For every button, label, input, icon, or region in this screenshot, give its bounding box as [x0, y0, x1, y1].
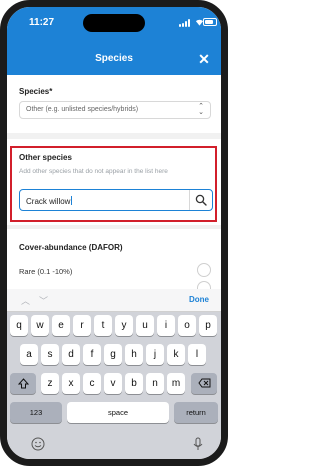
key-g[interactable]: g [104, 344, 122, 365]
key-w[interactable]: w [31, 315, 49, 336]
space-key[interactable]: space [67, 402, 169, 423]
home-indicator [79, 459, 149, 462]
status-bar: 11:27 [7, 7, 221, 45]
key-k[interactable]: k [167, 344, 185, 365]
key-l[interactable]: l [188, 344, 206, 365]
section-divider [7, 225, 221, 229]
key-j[interactable]: j [146, 344, 164, 365]
other-species-value: Crack willow [26, 196, 73, 206]
page-title: Species [95, 53, 133, 64]
other-species-hint: Add other species that do not appear in … [19, 168, 168, 175]
species-label: Species* [19, 87, 53, 96]
shift-icon [17, 378, 29, 389]
dynamic-island [83, 14, 145, 32]
emoji-icon[interactable] [31, 437, 45, 451]
cover-abundance-label: Cover-abundance (DAFOR) [19, 243, 123, 252]
keyboard: ︿ ﹀ Done q w e r t y u i o p a s d f g h… [7, 289, 221, 462]
key-x[interactable]: x [62, 373, 80, 394]
phone-frame: 11:27 Species ✕ Species* Other (e.g. unl… [0, 0, 228, 466]
section-divider [7, 133, 221, 139]
backspace-icon [197, 378, 210, 388]
key-e[interactable]: e [52, 315, 70, 336]
key-y[interactable]: y [115, 315, 133, 336]
chevron-up-icon[interactable]: ︿ [21, 294, 30, 307]
key-t[interactable]: t [94, 315, 112, 336]
numbers-key[interactable]: 123 [10, 402, 62, 423]
return-key[interactable]: return [174, 402, 218, 423]
form-content: Species* Other (e.g. unlisted species/hy… [7, 75, 221, 289]
status-time: 11:27 [29, 17, 55, 28]
species-selected-value: Other (e.g. unlisted species/hybrids) [26, 106, 139, 113]
chevron-up-down-icon: ⌃ ⌄ [198, 103, 204, 116]
key-q[interactable]: q [10, 315, 28, 336]
search-icon[interactable] [195, 194, 207, 206]
key-d[interactable]: d [62, 344, 80, 365]
species-select[interactable]: Other (e.g. unlisted species/hybrids) ⌃ ⌄ [19, 101, 211, 119]
key-i[interactable]: i [157, 315, 175, 336]
input-divider [189, 190, 190, 210]
done-button[interactable]: Done [189, 295, 209, 304]
microphone-icon[interactable] [191, 437, 205, 451]
key-s[interactable]: s [41, 344, 59, 365]
close-icon[interactable]: ✕ [197, 52, 211, 66]
backspace-key[interactable] [191, 373, 217, 394]
signal-icon [179, 19, 193, 27]
cover-option-rare-radio[interactable] [197, 263, 211, 277]
key-c[interactable]: c [83, 373, 101, 394]
key-v[interactable]: v [104, 373, 122, 394]
key-b[interactable]: b [125, 373, 143, 394]
key-h[interactable]: h [125, 344, 143, 365]
cover-option-rare[interactable]: Rare (0.1 -10%) [19, 267, 72, 276]
cover-option-next-radio[interactable] [197, 281, 211, 289]
battery-icon [203, 18, 217, 26]
key-m[interactable]: m [167, 373, 185, 394]
key-z[interactable]: z [41, 373, 59, 394]
key-o[interactable]: o [178, 315, 196, 336]
other-species-label: Other species [19, 153, 72, 162]
keyboard-toolbar: ︿ ﹀ Done [7, 289, 221, 312]
key-n[interactable]: n [146, 373, 164, 394]
key-a[interactable]: a [20, 344, 38, 365]
other-species-input[interactable]: Crack willow [19, 189, 213, 211]
chevron-down-icon[interactable]: ﹀ [39, 294, 48, 307]
key-f[interactable]: f [83, 344, 101, 365]
key-r[interactable]: r [73, 315, 91, 336]
key-u[interactable]: u [136, 315, 154, 336]
key-p[interactable]: p [199, 315, 217, 336]
navigation-bar: Species ✕ [7, 45, 221, 75]
shift-key[interactable] [10, 373, 36, 394]
